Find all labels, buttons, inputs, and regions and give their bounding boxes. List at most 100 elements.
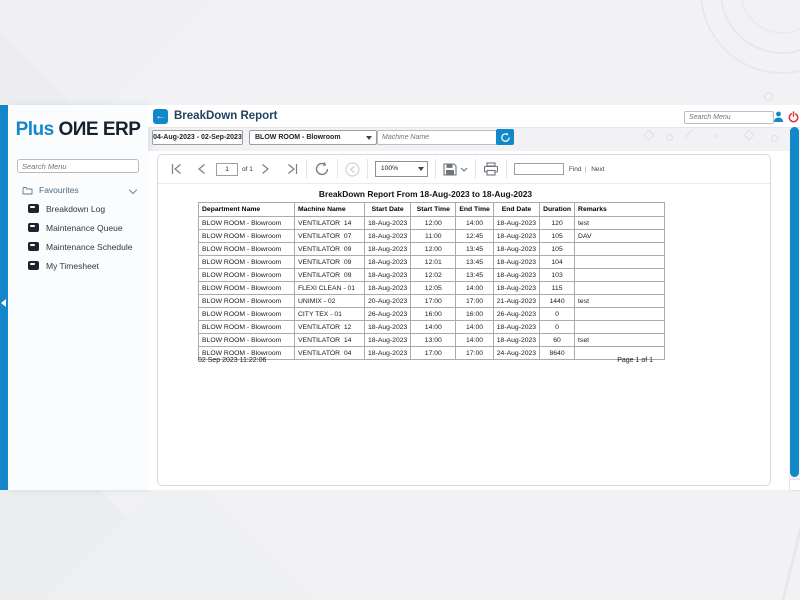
sidebar-item-breakdown-log[interactable]: Breakdown Log	[8, 199, 148, 218]
table-cell: 12:00	[411, 243, 456, 256]
sidebar-collapse-strip[interactable]	[0, 105, 8, 490]
zoom-select[interactable]: 100%	[375, 161, 428, 177]
table-cell: 60	[540, 334, 575, 347]
table-cell: VENTILATOR 14	[295, 217, 365, 230]
table-cell: test	[575, 295, 665, 308]
zoom-value: 100%	[381, 165, 398, 172]
table-cell: 103	[540, 269, 575, 282]
printer-icon	[483, 162, 499, 176]
table-cell: 18-Aug-2023	[365, 243, 411, 256]
menu-item-icon	[28, 261, 39, 270]
page-count-label: of 1	[242, 166, 253, 173]
back-circle-icon	[345, 162, 360, 177]
table-cell: 18-Aug-2023	[493, 243, 539, 256]
report-toolbar: of 1 100%	[158, 155, 770, 184]
department-select[interactable]: BLOW ROOM - Blowroom	[249, 130, 377, 145]
table-cell: VENTILATOR 09	[295, 256, 365, 269]
table-cell: 105	[540, 230, 575, 243]
screen: Plus OИE ERP Favourites Breakdown Log Ma…	[0, 0, 800, 600]
vertical-scrollbar[interactable]	[790, 127, 799, 490]
print-button[interactable]	[483, 158, 499, 180]
favourites-group[interactable]: Favourites	[22, 185, 138, 195]
scrollbar-thumb[interactable]	[790, 127, 799, 477]
power-icon[interactable]	[788, 111, 799, 123]
table-cell: 120	[540, 217, 575, 230]
last-page-button[interactable]	[286, 158, 299, 180]
column-header: End Date	[493, 203, 539, 217]
header-bar: ← BreakDown Report	[148, 105, 800, 128]
table-cell: 16:00	[411, 308, 456, 321]
previous-page-button[interactable]	[197, 158, 206, 180]
table-cell: 12:00	[411, 217, 456, 230]
chevron-down-icon	[418, 167, 424, 171]
page-number-input[interactable]	[216, 163, 238, 176]
table-cell: 13:45	[456, 243, 493, 256]
menu-item-icon	[28, 223, 39, 232]
table-cell: 14:00	[456, 321, 493, 334]
table-cell: 18-Aug-2023	[365, 256, 411, 269]
table-cell: VENTILATOR 12	[295, 321, 365, 334]
chevron-down-icon	[460, 167, 468, 172]
main-content: of 1 100%	[148, 151, 789, 490]
table-cell: VENTILATOR 07	[295, 230, 365, 243]
back-to-parent-button[interactable]	[345, 158, 360, 180]
page-title: BreakDown Report	[174, 110, 278, 122]
find-link[interactable]: Find	[569, 166, 582, 173]
table-cell: 18-Aug-2023	[365, 282, 411, 295]
table-cell: 13:00	[411, 334, 456, 347]
background-shape	[720, 0, 800, 54]
chevron-down-icon[interactable]	[129, 186, 137, 194]
user-icon[interactable]	[773, 111, 784, 123]
table-cell: 18-Aug-2023	[365, 217, 411, 230]
table-cell: 13:45	[456, 269, 493, 282]
date-range-input[interactable]	[152, 130, 243, 145]
find-text-input[interactable]	[514, 163, 564, 175]
column-header: Duration	[540, 203, 575, 217]
sidebar-item-maintenance-schedule[interactable]: Maintenance Schedule	[8, 237, 148, 256]
collapse-arrow-icon[interactable]	[1, 299, 6, 307]
folder-icon	[22, 186, 33, 195]
refresh-filter-button[interactable]	[496, 129, 514, 145]
sidebar-item-label: Maintenance Queue	[46, 223, 123, 233]
toolbar-separator	[337, 159, 338, 179]
table-cell: 18-Aug-2023	[493, 282, 539, 295]
next-link[interactable]: Next	[591, 166, 604, 173]
sidebar-item-maintenance-queue[interactable]: Maintenance Queue	[8, 218, 148, 237]
table-cell: BLOW ROOM - Blowroom	[199, 269, 295, 282]
table-cell	[575, 308, 665, 321]
sidebar-search-input[interactable]	[17, 159, 139, 173]
first-page-button[interactable]	[170, 158, 183, 180]
table-row: BLOW ROOM - BlowroomUNIMIX - 0220-Aug-20…	[199, 295, 665, 308]
table-cell: 0	[540, 308, 575, 321]
table-cell: 17:00	[456, 295, 493, 308]
table-cell: BLOW ROOM - Blowroom	[199, 295, 295, 308]
table-cell: tset	[575, 334, 665, 347]
table-cell: 18-Aug-2023	[493, 334, 539, 347]
table-cell: VENTILATOR 09	[295, 269, 365, 282]
table-cell: DAV	[575, 230, 665, 243]
toolbar-separator	[435, 159, 436, 179]
export-button[interactable]	[443, 158, 468, 180]
table-cell: BLOW ROOM - Blowroom	[199, 230, 295, 243]
table-cell: 21-Aug-2023	[493, 295, 539, 308]
table-cell: BLOW ROOM - Blowroom	[199, 243, 295, 256]
table-cell: 18-Aug-2023	[365, 321, 411, 334]
next-page-button[interactable]	[261, 158, 270, 180]
report-title: BreakDown Report From 18-Aug-2023 to 18-…	[198, 189, 653, 199]
menu-search-input[interactable]	[684, 111, 774, 124]
report-generated-timestamp: 02 Sep 2023 11:22:06	[198, 357, 266, 364]
table-cell: 12:02	[411, 269, 456, 282]
table-cell: BLOW ROOM - Blowroom	[199, 282, 295, 295]
sidebar: Plus OИE ERP Favourites Breakdown Log Ma…	[8, 105, 148, 490]
table-cell: 0	[540, 321, 575, 334]
machine-name-input[interactable]	[377, 130, 500, 145]
toolbar-separator	[367, 159, 368, 179]
app-logo: Plus OИE ERP	[8, 105, 148, 151]
table-cell: UNIMIX - 02	[295, 295, 365, 308]
refresh-report-button[interactable]	[314, 158, 330, 180]
sidebar-item-my-timesheet[interactable]: My Timesheet	[8, 256, 148, 275]
column-header: Machine Name	[295, 203, 365, 217]
back-button[interactable]: ←	[153, 109, 168, 124]
table-cell: 18-Aug-2023	[493, 256, 539, 269]
scrollbar-down-button[interactable]	[789, 479, 800, 491]
